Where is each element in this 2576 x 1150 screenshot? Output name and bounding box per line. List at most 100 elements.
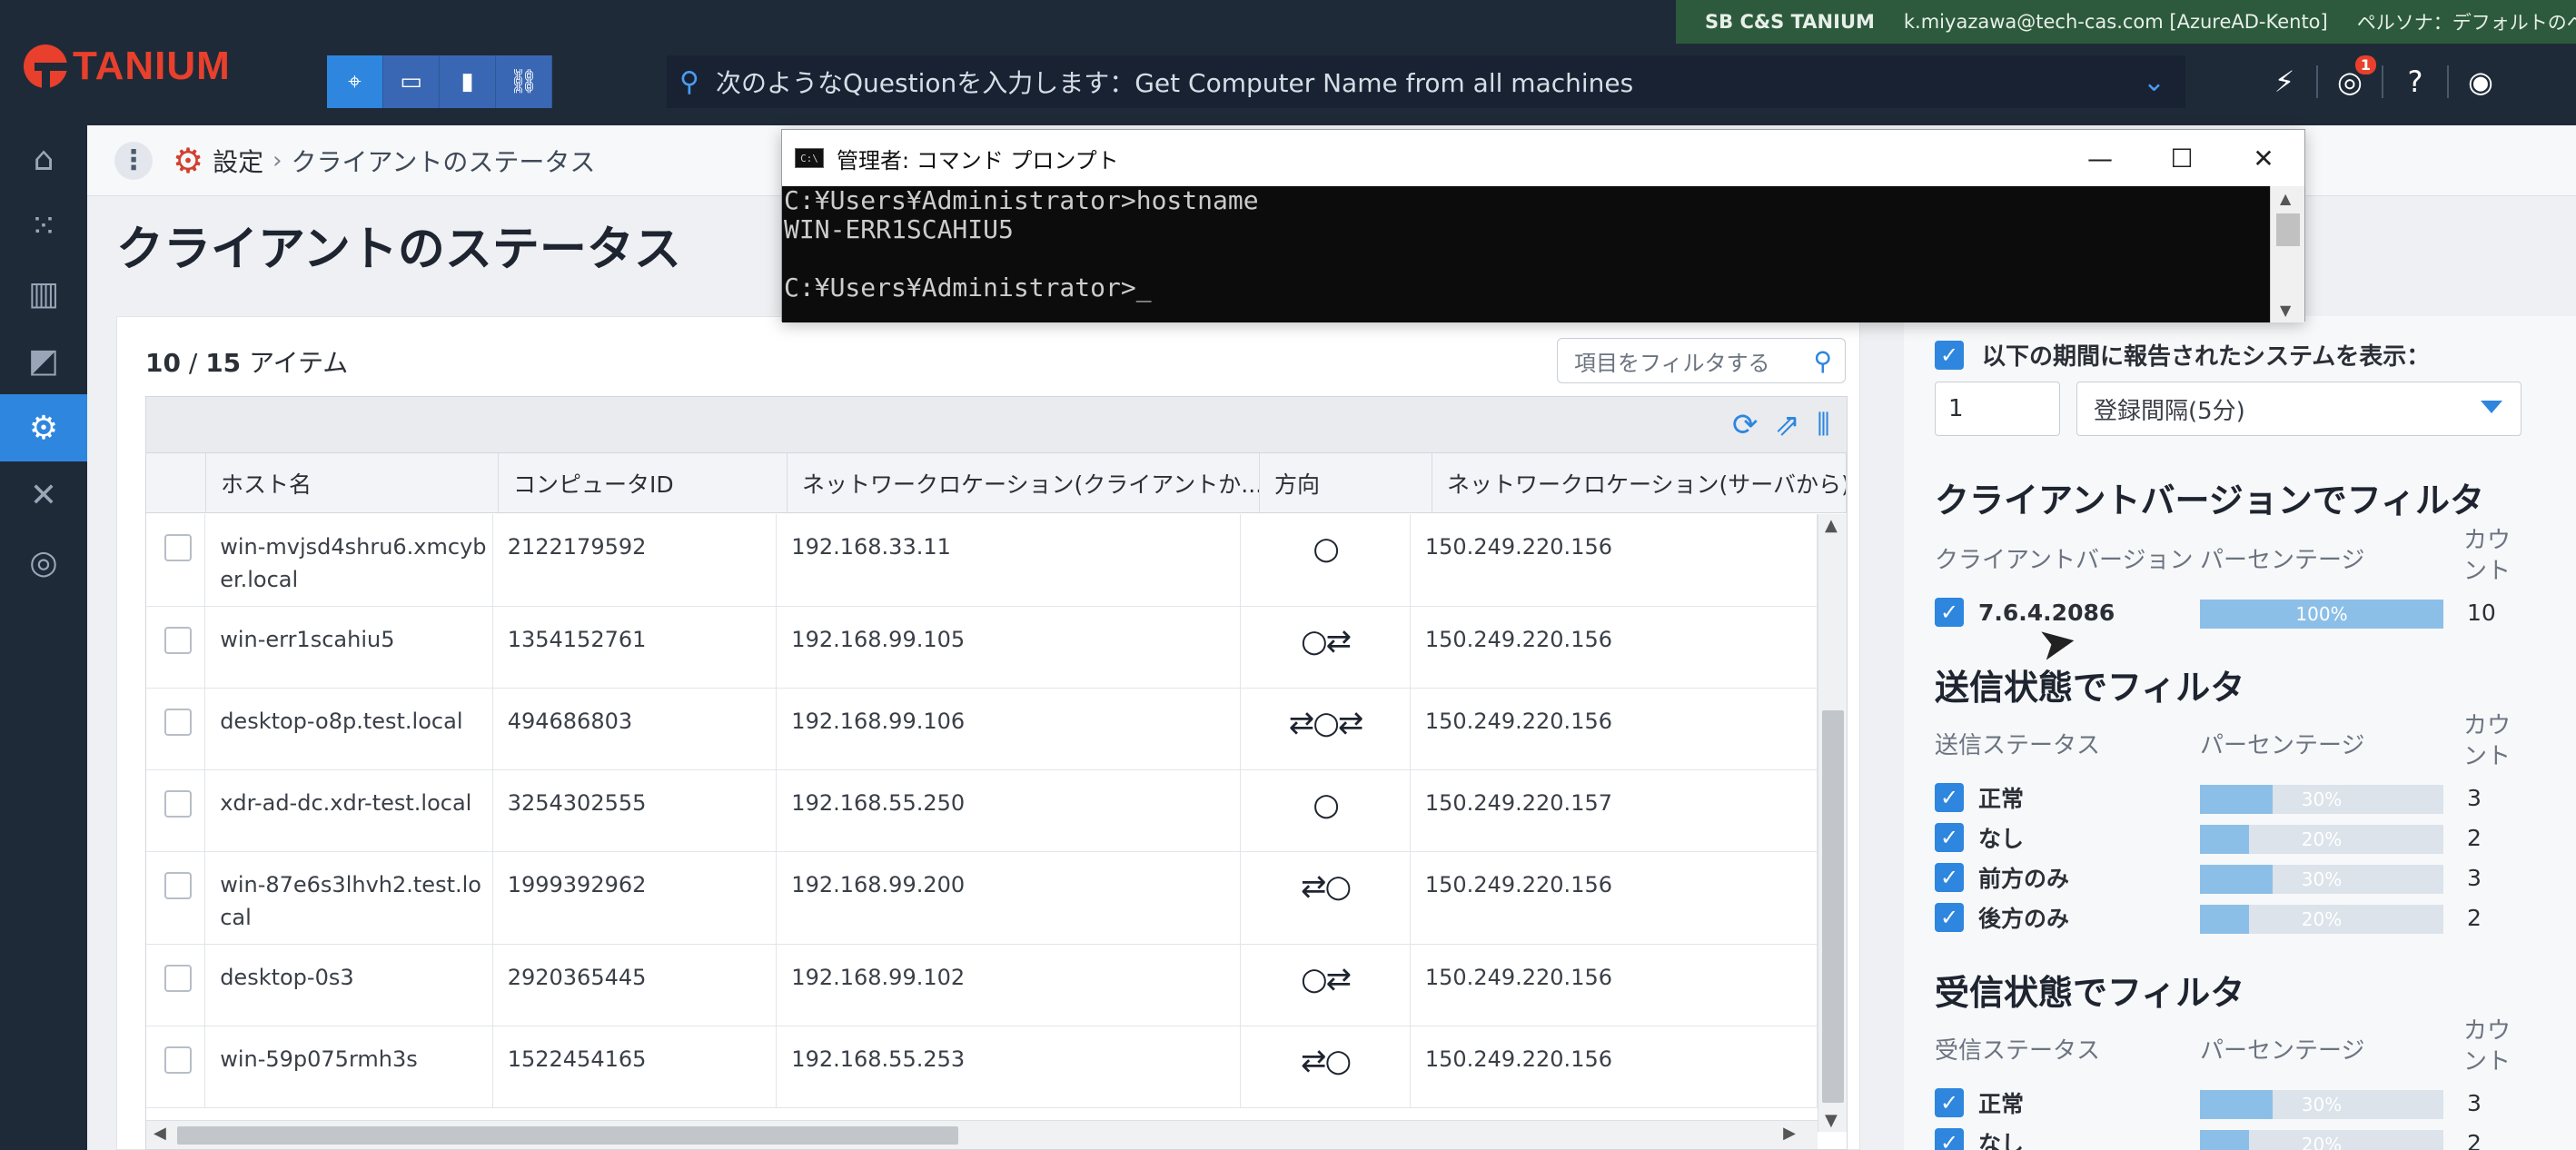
tanium-logo-mark-icon — [24, 45, 67, 88]
close-icon[interactable]: ✕ — [2223, 130, 2304, 186]
header-label: 受信ステータス — [1935, 1037, 2101, 1065]
filter-row[interactable]: ✓ 正常 30% 3 — [1935, 1085, 2516, 1121]
scroll-up-icon[interactable]: ▲ — [2280, 190, 2291, 207]
columns-icon[interactable]: ⦀ — [1817, 407, 1830, 443]
filter-row[interactable]: ✓ 7.6.4.2086 100% 10 — [1935, 594, 2516, 630]
layers-icon[interactable]: ◩ — [0, 327, 87, 394]
filter-row[interactable]: ✓ 後方のみ 20% 2 — [1935, 899, 2516, 936]
compass-icon[interactable]: ◎ — [0, 529, 87, 596]
checkbox-checked-icon[interactable]: ✓ — [1935, 863, 1964, 892]
column-header-server-location[interactable]: ネットワークロケーション(サーバから) — [1432, 453, 1847, 512]
report-period-toggle[interactable]: ✓ 以下の期間に報告されたシステムを表示： — [1935, 338, 2430, 372]
table-row[interactable]: win-87e6s3lhvh2.test.local 1999392962 192.… — [146, 852, 1818, 945]
checkbox[interactable] — [164, 872, 192, 899]
persona-label[interactable]: ペルソナ：デフォルトのペルソナ — [2357, 8, 2576, 35]
export-icon[interactable]: ⇗ — [1775, 407, 1801, 443]
items-suffix: アイテム — [249, 348, 349, 378]
host-name-cell: win-59p075rmh3s — [205, 1026, 493, 1107]
row-checkbox[interactable] — [146, 607, 206, 688]
filter-input[interactable]: 項目をフィルタする ⚲ — [1557, 338, 1846, 383]
more-options-icon[interactable]: ⋮ — [114, 141, 153, 180]
table-row[interactable]: win-err1scahiu5 1354152761 192.168.99.105 ○… — [146, 607, 1818, 689]
checkbox-checked-icon[interactable]: ✓ — [1935, 823, 1964, 852]
filter-row[interactable]: ✓ 前方のみ 30% 3 — [1935, 859, 2516, 896]
checkbox[interactable] — [164, 534, 192, 561]
home-icon[interactable]: ⌂ — [0, 125, 87, 193]
link-button[interactable]: ⛓ — [496, 55, 552, 108]
header-select[interactable] — [146, 453, 206, 512]
column-header-client-location[interactable]: ネットワークロケーション(クライアントか... — [788, 453, 1260, 512]
user-name[interactable]: k.miyazawa@tech-cas.com [AzureAD-Kento] — [1904, 11, 2328, 33]
column-header-computer-id[interactable]: コンピュータID — [499, 453, 788, 512]
search-icon[interactable]: ⚲ — [1813, 346, 1832, 376]
target-button[interactable]: ⌖ — [327, 55, 383, 108]
minimize-icon[interactable]: — — [2059, 130, 2141, 186]
table-row[interactable]: win-59p075rmh3s 1522454165 192.168.55.253 ⇄… — [146, 1026, 1818, 1108]
scroll-down-icon[interactable]: ▼ — [1825, 1111, 1838, 1130]
chart-icon[interactable]: ▥ — [0, 260, 87, 327]
checkbox[interactable] — [164, 965, 192, 992]
checkbox-checked-icon[interactable]: ✓ — [1935, 903, 1964, 932]
question-input[interactable]: 次のようなQuestionを入力します：Get Computer Name fr… — [716, 64, 2143, 100]
settings-icon[interactable]: ⚙ — [0, 394, 87, 461]
notifications-icon[interactable]: ◎ 1 — [2318, 55, 2382, 99]
scroll-up-icon[interactable]: ▲ — [1825, 516, 1838, 535]
refresh-icon[interactable]: ⟳ — [1732, 407, 1759, 443]
checkbox-checked-icon[interactable]: ✓ — [1935, 598, 1964, 627]
checkbox[interactable] — [164, 709, 192, 736]
table-row[interactable]: desktop-o8p.test.local 494686803 192.168.9… — [146, 689, 1818, 770]
filter-label: 正常 — [1978, 786, 2025, 812]
apps-icon[interactable]: ⁙ — [0, 193, 87, 260]
tools-icon[interactable]: ✕ — [0, 461, 87, 529]
interval-select[interactable]: 登録間隔(5分) — [2076, 382, 2522, 436]
chevron-down-icon[interactable]: ⌄ — [2143, 66, 2165, 98]
checkbox-checked-icon[interactable]: ✓ — [1935, 1128, 1964, 1150]
maximize-icon[interactable]: ☐ — [2141, 130, 2223, 186]
filter-row[interactable]: ✓ なし 20% 2 — [1935, 1125, 2516, 1150]
table-row[interactable]: desktop-0s3 2920365445 192.168.99.102 ○⇄ 150… — [146, 945, 1818, 1026]
direction-icon: ○⇄ — [1300, 623, 1352, 659]
checkbox[interactable] — [164, 627, 192, 654]
row-checkbox[interactable] — [146, 945, 206, 1026]
row-checkbox[interactable] — [146, 689, 206, 769]
cmd-line: C:¥Users¥Administrator>_ — [784, 273, 1152, 302]
percentage-bar: 20% — [2200, 825, 2443, 854]
cmd-scrollbar[interactable]: ▲ ▼ — [2270, 186, 2304, 322]
period-number-input[interactable]: 1 — [1935, 382, 2060, 436]
scroll-thumb[interactable] — [2276, 213, 2300, 246]
checkbox-checked-icon[interactable]: ✓ — [1935, 340, 1964, 370]
checkbox-checked-icon[interactable]: ✓ — [1935, 783, 1964, 812]
checkbox[interactable] — [164, 790, 192, 818]
breadcrumb-root[interactable]: 設定 — [213, 143, 263, 179]
checkbox-checked-icon[interactable]: ✓ — [1935, 1088, 1964, 1117]
column-header-host[interactable]: ホスト名 — [206, 453, 499, 512]
table-row[interactable]: xdr-ad-dc.xdr-test.local 3254302555 192.16… — [146, 770, 1818, 852]
row-checkbox[interactable] — [146, 514, 206, 606]
scroll-left-icon[interactable]: ◀ — [154, 1124, 166, 1143]
lightning-icon[interactable]: ⚡ — [2253, 64, 2316, 99]
scroll-down-icon[interactable]: ▼ — [2280, 302, 2291, 319]
question-search-bar[interactable]: ⚲ 次のようなQuestionを入力します：Get Computer Name … — [667, 55, 2185, 108]
row-checkbox[interactable] — [146, 770, 206, 851]
filter-row[interactable]: ✓ 正常 30% 3 — [1935, 779, 2516, 816]
horizontal-scrollbar[interactable]: ◀ ▶ — [146, 1120, 1818, 1149]
filter-row[interactable]: ✓ なし 20% 2 — [1935, 819, 2516, 856]
column-header-direction[interactable]: 方向 — [1260, 453, 1432, 512]
scroll-thumb[interactable] — [1822, 710, 1844, 1103]
checkbox[interactable] — [164, 1046, 192, 1074]
user-avatar-icon[interactable]: ◉ — [2449, 64, 2512, 99]
cmd-console[interactable]: C:¥Users¥Administrator>hostname WIN-ERR1S… — [782, 186, 2272, 322]
table-row[interactable]: win-mvjsd4shru6.xmcyber.local 2122179592 1… — [146, 514, 1818, 607]
row-checkbox[interactable] — [146, 852, 206, 944]
scroll-right-icon[interactable]: ▶ — [1783, 1124, 1796, 1143]
help-icon[interactable]: ? — [2383, 64, 2447, 99]
tanium-logo[interactable]: TANIUM — [24, 44, 231, 89]
client-location-cell: 192.168.99.200 — [777, 852, 1242, 944]
org-name: SB C&S TANIUM — [1705, 11, 1875, 33]
row-checkbox[interactable] — [146, 1026, 206, 1107]
vertical-scrollbar[interactable]: ▲ ▼ — [1818, 514, 1847, 1132]
scroll-thumb[interactable] — [177, 1126, 958, 1145]
monitor-button[interactable]: ▭ — [383, 55, 440, 108]
command-prompt-window[interactable]: C:\ 管理者: コマンド プロンプト — ☐ ✕ C:¥Users¥Admin… — [781, 129, 2305, 322]
chart-button[interactable]: ▮ — [440, 55, 496, 108]
